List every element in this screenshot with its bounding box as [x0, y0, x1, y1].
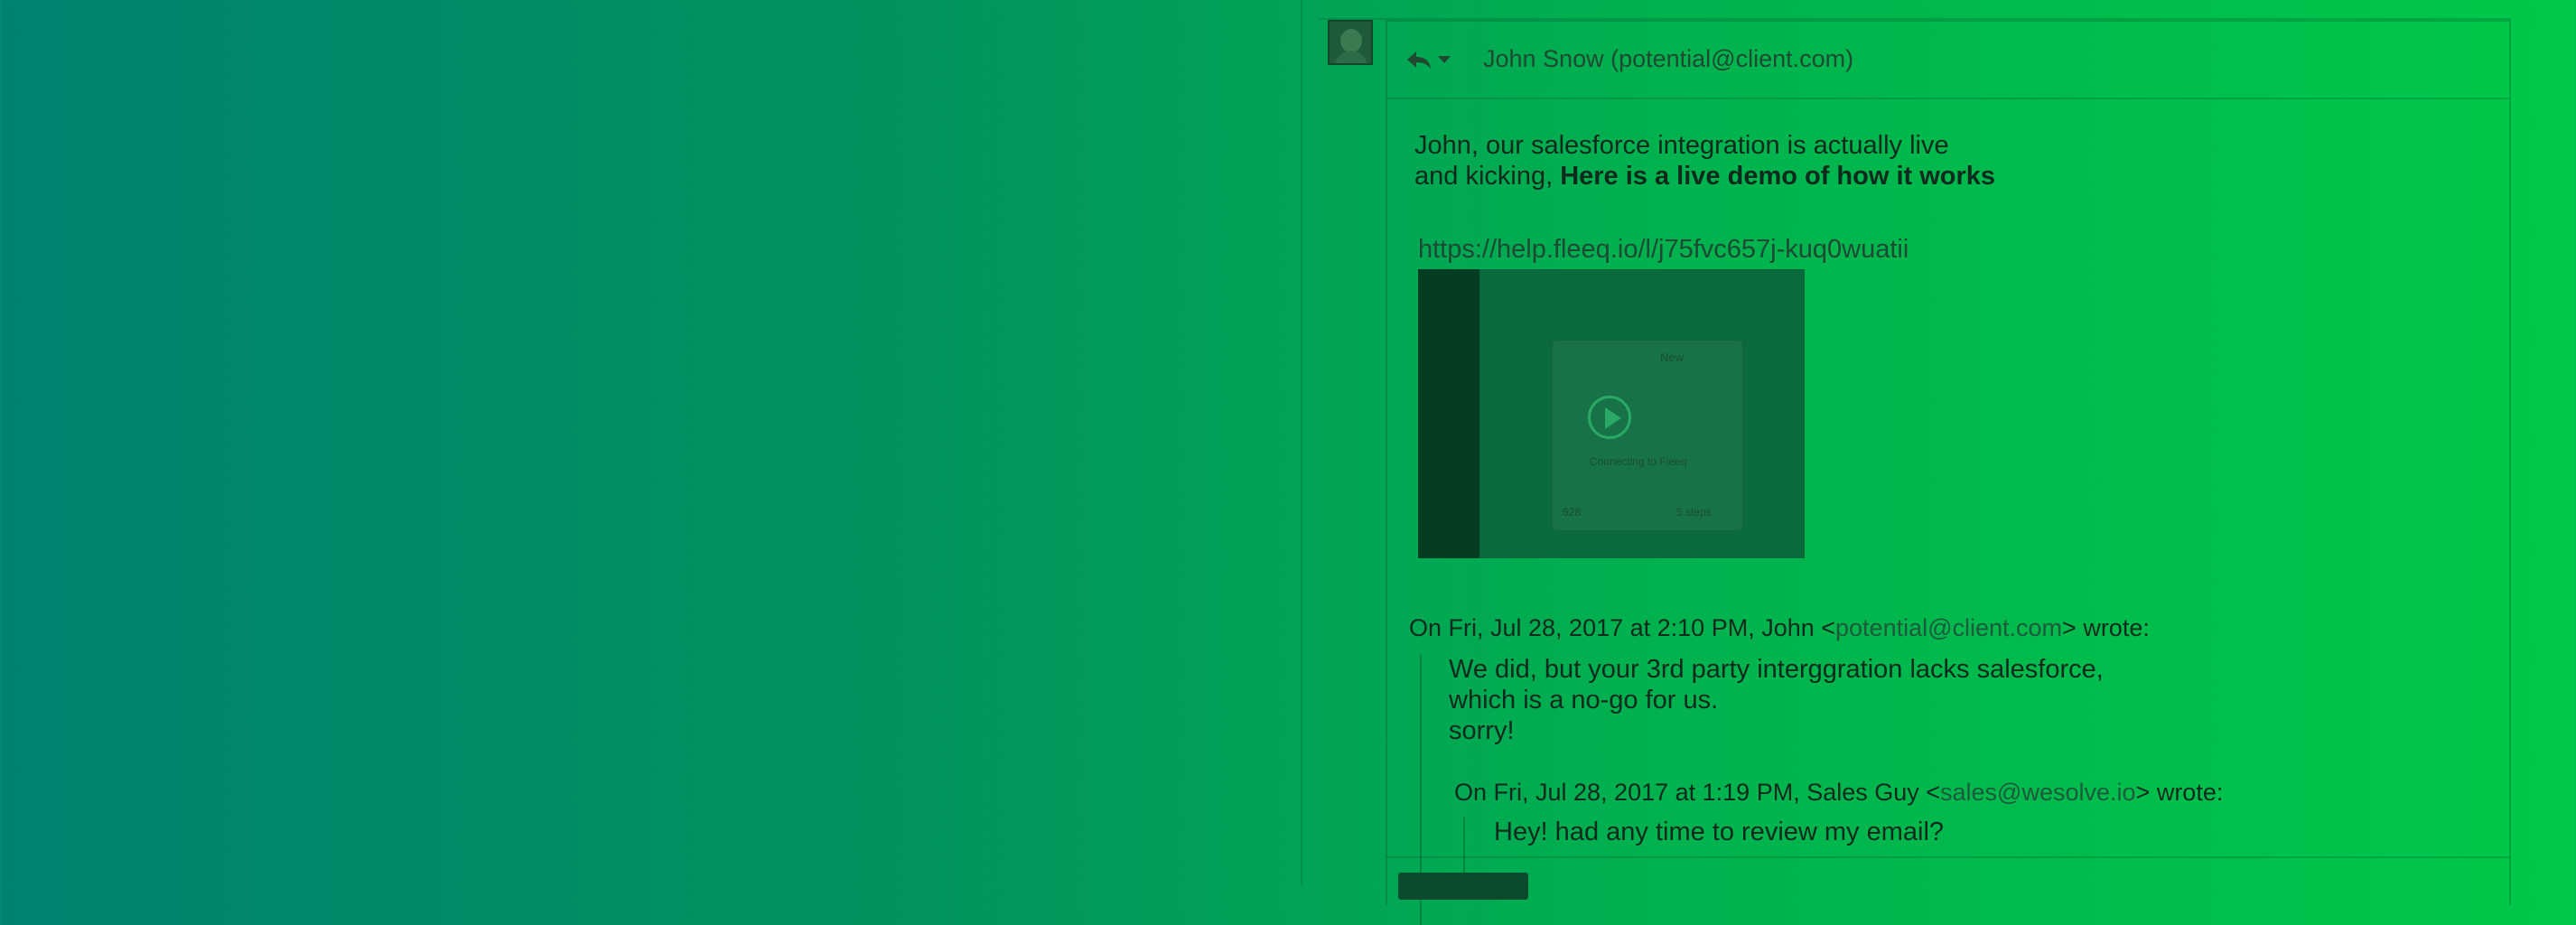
reply-icon [1407, 51, 1431, 69]
video-card [1552, 340, 1743, 531]
quote2-header-prefix: On Fri, Jul 28, 2017 at 1:19 PM, Sales G… [1454, 779, 1941, 806]
composer-divider [1386, 856, 2511, 858]
message-header: John Snow (potential@client.com) [1387, 22, 2509, 99]
play-icon[interactable] [1588, 396, 1631, 439]
video-caption: Connecting to Fleeq [1590, 455, 1687, 468]
video-badge: New [1660, 350, 1685, 364]
body-line-1: John, our salesforce integration is actu… [1414, 131, 1949, 160]
quote2-email-link[interactable]: sales@wesolve.io [1940, 779, 2136, 806]
quote2-block: Hey! had any time to review my email? [1463, 817, 1944, 889]
quote1-line-3: sorry! [1449, 716, 1515, 745]
left-divider [1301, 0, 1302, 885]
quote1-header-prefix: On Fri, Jul 28, 2017 at 2:10 PM, John < [1409, 614, 1836, 641]
quote2-line: Hey! had any time to review my email? [1494, 818, 1945, 846]
body-line-2: and kicking, Here is a live demo of how … [1414, 161, 2480, 192]
email-message-panel: John Snow (potential@client.com) John, o… [1386, 20, 2511, 925]
quote2-header: On Fri, Jul 28, 2017 at 1:19 PM, Sales G… [1454, 779, 2223, 807]
quote2-header-suffix: > wrote: [2135, 779, 2224, 806]
recipient-line: John Snow (potential@client.com) [1483, 45, 1854, 72]
message-body: John, our salesforce integration is actu… [1414, 130, 2480, 192]
video-side-strip [1418, 269, 1479, 558]
quote1-email-link[interactable]: potential@client.com [1835, 614, 2062, 641]
quote1-line-2: which is a no-go for us. [1449, 686, 1719, 715]
body-line-2-bold: Here is a live demo of how it works [1560, 162, 1996, 191]
video-thumbnail[interactable]: New Connecting to Fleeq 628 5 steps [1418, 269, 1805, 558]
avatar[interactable] [1328, 20, 1373, 65]
chevron-down-icon[interactable] [1438, 56, 1451, 63]
demo-link[interactable]: https://help.fleeq.io/l/j75fvc657j-kuq0w… [1418, 235, 1909, 265]
reply-button[interactable] [1405, 42, 1460, 78]
video-right-meta: 5 steps [1676, 506, 1712, 519]
quote1-line-1: We did, but your 3rd party interggration… [1449, 655, 2104, 684]
video-left-meta: 628 [1563, 506, 1582, 519]
body-line-2-prefix: and kicking, [1414, 162, 1561, 191]
quote1-header-suffix: > wrote: [2062, 614, 2150, 641]
send-button[interactable] [1398, 873, 1528, 900]
quote1-header: On Fri, Jul 28, 2017 at 2:10 PM, John <p… [1409, 614, 2150, 642]
